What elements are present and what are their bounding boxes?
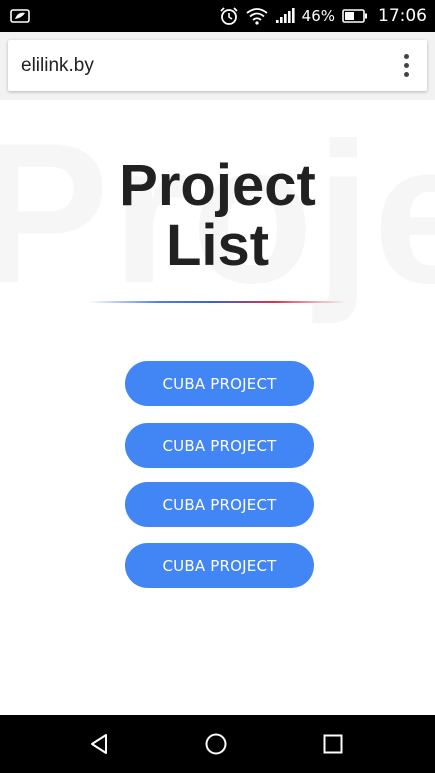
alarm-icon xyxy=(219,6,239,26)
notification-leaf-icon xyxy=(10,9,30,23)
address-bar[interactable]: elilink.by xyxy=(8,40,427,91)
clock: 17:06 xyxy=(378,6,427,26)
status-bar: 46% 17:06 xyxy=(0,0,435,32)
url-text[interactable]: elilink.by xyxy=(21,55,94,77)
menu-dot xyxy=(404,72,409,77)
menu-dot xyxy=(404,54,409,59)
status-right: 46% 17:06 xyxy=(219,6,427,26)
navigation-bar xyxy=(0,715,435,773)
page-title-line-1: Project xyxy=(119,153,316,218)
page-title-line-2: List xyxy=(165,213,270,278)
wifi-icon xyxy=(246,7,268,25)
recents-icon[interactable] xyxy=(303,715,363,773)
page-content: Proje Project List CUBA PROJECT CUBA PRO… xyxy=(0,100,435,715)
back-icon[interactable] xyxy=(70,715,130,773)
project-button-3[interactable]: CUBA PROJECT xyxy=(125,482,314,527)
battery-icon xyxy=(342,9,368,23)
browser-toolbar: elilink.by xyxy=(0,32,435,100)
project-button-1[interactable]: CUBA PROJECT xyxy=(125,361,314,406)
project-button-2[interactable]: CUBA PROJECT xyxy=(125,423,314,468)
more-vert-icon[interactable] xyxy=(402,50,411,81)
status-left xyxy=(10,9,30,23)
project-button-4[interactable]: CUBA PROJECT xyxy=(125,543,314,588)
home-icon[interactable] xyxy=(186,715,246,773)
signal-icon xyxy=(275,8,295,24)
title-divider xyxy=(88,301,346,303)
menu-dot xyxy=(404,63,409,68)
page-title: Project List xyxy=(0,156,435,276)
battery-percent: 46% xyxy=(301,7,335,25)
phone-screen: 46% 17:06 elilink.by Proje Project List … xyxy=(0,0,435,773)
